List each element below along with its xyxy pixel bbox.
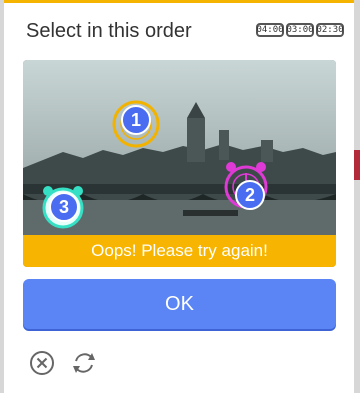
order-marker-2[interactable]: 2: [235, 180, 265, 210]
order-marker-number: 1: [121, 105, 151, 135]
background-right-strip: [354, 0, 360, 393]
order-marker-number: 2: [235, 180, 265, 210]
timer-clock-2: 03:00: [286, 23, 314, 37]
refresh-icon[interactable]: [69, 348, 99, 378]
timer-clock-3: 02:30: [316, 23, 344, 37]
captcha-title: Select in this order: [26, 20, 192, 42]
timer-clocks: 04:00 03:00 02:30: [256, 23, 344, 37]
order-marker-1[interactable]: 1: [121, 105, 151, 135]
captcha-image[interactable]: 1 2 3 Oops! Please try again!: [23, 60, 336, 267]
captcha-dialog: Select in this order 04:00 03:00 02:30 1…: [4, 0, 354, 393]
background-red-accent: [354, 150, 360, 180]
order-marker-number: 3: [49, 192, 79, 222]
captcha-controls: [27, 348, 99, 378]
order-marker-3[interactable]: 3: [49, 192, 79, 222]
ok-button[interactable]: OK: [23, 279, 336, 329]
timer-clock-1: 04:00: [256, 23, 284, 37]
error-message: Oops! Please try again!: [23, 235, 336, 267]
close-icon[interactable]: [27, 348, 57, 378]
